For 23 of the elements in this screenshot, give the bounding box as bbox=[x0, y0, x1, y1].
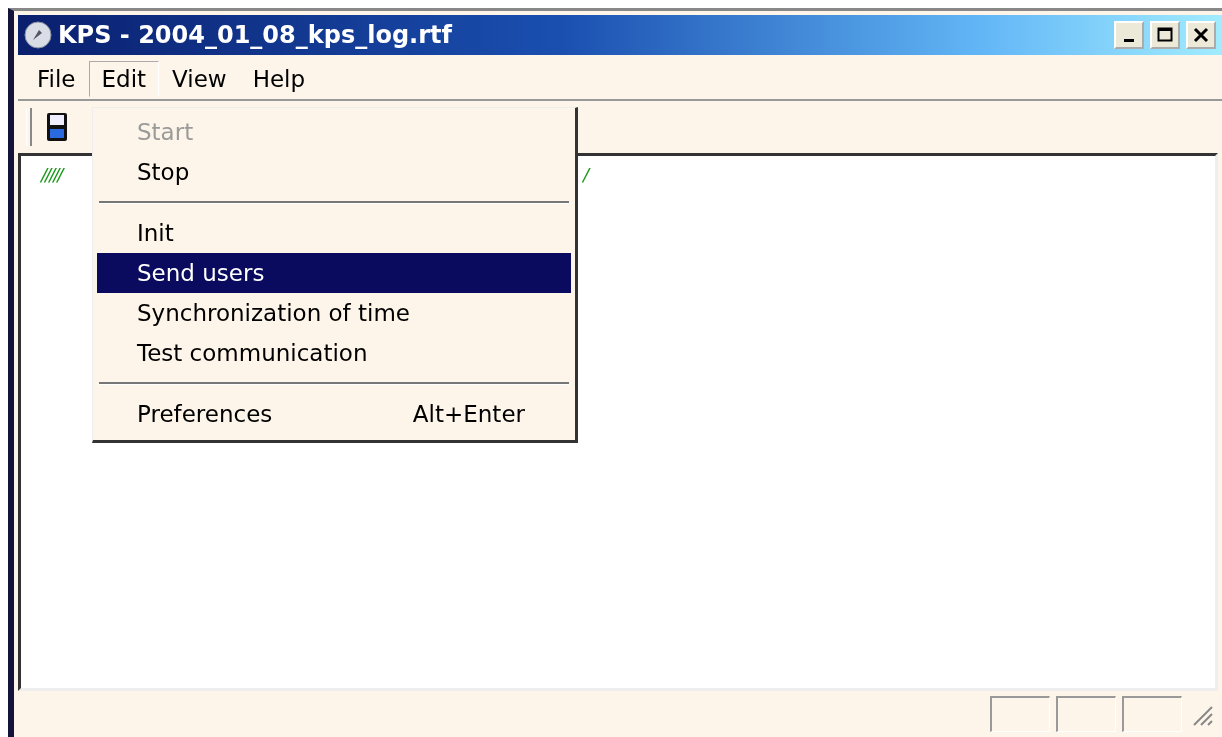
menu-item[interactable]: Help bbox=[239, 61, 319, 97]
log-text: ///// bbox=[41, 164, 62, 185]
menu-option[interactable]: Send users bbox=[97, 253, 571, 293]
menu-item[interactable]: Edit bbox=[88, 61, 160, 97]
close-button[interactable] bbox=[1186, 21, 1216, 49]
maximize-button[interactable] bbox=[1150, 21, 1180, 49]
menu-option[interactable]: Test communication bbox=[97, 333, 571, 373]
menu-item[interactable]: File bbox=[24, 61, 89, 97]
menu-option[interactable]: Synchronization of time bbox=[97, 293, 571, 333]
window-title: KPS - 2004_01_08_kps_log.rtf bbox=[58, 21, 454, 49]
menu-item[interactable]: View bbox=[159, 61, 240, 97]
status-pane bbox=[1056, 696, 1116, 732]
minimize-icon bbox=[1124, 38, 1134, 42]
status-pane bbox=[1122, 696, 1182, 732]
menu-option[interactable]: Init bbox=[97, 213, 571, 253]
menu-option[interactable]: Preferences Alt+Enter bbox=[97, 394, 571, 434]
status-pane bbox=[990, 696, 1050, 732]
disc-icon bbox=[24, 21, 52, 49]
minimize-button[interactable] bbox=[1114, 21, 1144, 49]
shortcut-label: Alt+Enter bbox=[412, 401, 525, 427]
menu-option[interactable]: Stop bbox=[97, 152, 571, 192]
close-icon bbox=[1193, 27, 1209, 43]
maximize-icon bbox=[1157, 27, 1173, 43]
